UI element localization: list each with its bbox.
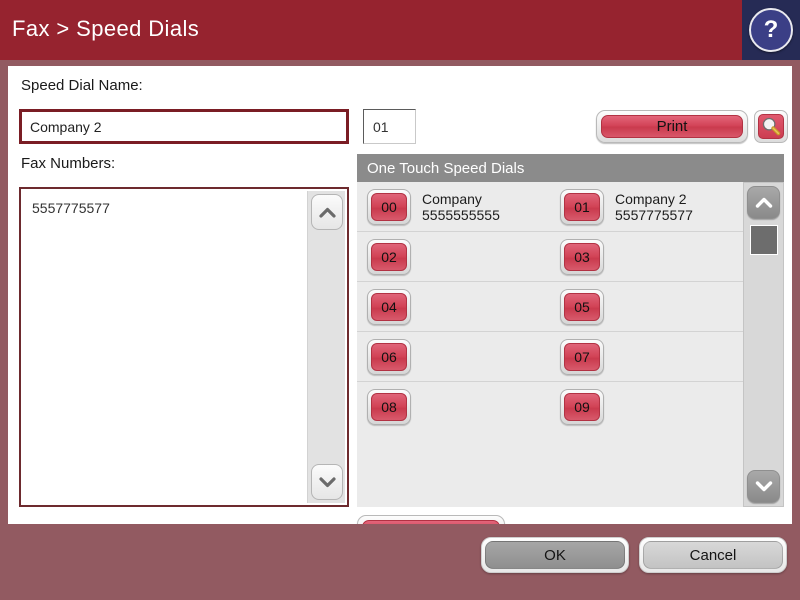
- speed-dial-number-label: 04: [371, 292, 407, 321]
- fax-numbers-list-items: 5557775577: [21, 189, 307, 505]
- footer-bar: OK Cancel: [0, 524, 800, 600]
- speed-dial-number-button[interactable]: 00: [367, 188, 411, 225]
- one-touch-entry-fax: 5557775577: [615, 206, 693, 223]
- speed-dial-number-button[interactable]: 04: [367, 288, 411, 325]
- question-mark-icon: ?: [749, 8, 793, 52]
- one-touch-row: 00 Company 5555555555 01 Company 2 5557775577: [357, 182, 743, 232]
- one-touch-entry[interactable]: 04: [357, 282, 550, 331]
- speed-dial-number-button[interactable]: 07: [560, 338, 604, 375]
- speed-dial-number-label: 01: [564, 192, 600, 221]
- one-touch-speed-dials-panel: One Touch Speed Dials 00 Company 555555555…: [357, 154, 784, 507]
- one-touch-entry-fax: 5555555555: [422, 206, 500, 223]
- one-touch-entry[interactable]: 05: [550, 282, 743, 331]
- one-touch-entry-text: Company 2 5557775577: [615, 191, 693, 223]
- one-touch-row: 06 07: [357, 332, 743, 382]
- speed-dial-number-label: 03: [564, 242, 600, 271]
- list-item[interactable]: 5557775577: [32, 198, 307, 218]
- scrollbar-thumb[interactable]: [750, 225, 778, 255]
- speed-dial-name-label: Speed Dial Name:: [21, 77, 143, 94]
- speed-dial-number-label: 06: [371, 342, 407, 371]
- ok-button[interactable]: OK: [481, 537, 629, 573]
- one-touch-entry-name: Company: [422, 190, 482, 207]
- content-panel: Speed Dial Name: Company 2 01 Print Fax …: [8, 66, 792, 548]
- one-touch-entry-name: Company 2: [615, 190, 687, 207]
- fax-numbers-label: Fax Numbers:: [21, 155, 116, 172]
- one-touch-header: One Touch Speed Dials: [357, 154, 784, 182]
- cancel-button[interactable]: Cancel: [639, 537, 787, 573]
- speed-dial-number-button[interactable]: 02: [367, 238, 411, 275]
- speed-dial-number-label: 09: [564, 393, 600, 421]
- one-touch-entry[interactable]: 03: [550, 232, 743, 281]
- speed-dial-number-label: 05: [564, 292, 600, 321]
- one-touch-entry[interactable]: 09: [550, 382, 743, 432]
- fax-speed-dials-screen: Fax > Speed Dials ? Speed Dial Name: Com…: [0, 0, 800, 600]
- speed-dial-number-label: 08: [371, 393, 407, 421]
- chevron-up-icon[interactable]: [311, 194, 343, 230]
- speed-dial-number-button[interactable]: 01: [560, 188, 604, 225]
- fax-numbers-list[interactable]: 5557775577: [19, 187, 349, 507]
- print-button-label: Print: [601, 115, 743, 138]
- one-touch-row: 04 05: [357, 282, 743, 332]
- speed-dial-number-button[interactable]: 06: [367, 338, 411, 375]
- speed-dial-number-button[interactable]: 03: [560, 238, 604, 275]
- title-bar: Fax > Speed Dials ?: [0, 0, 800, 60]
- speed-dial-number-button[interactable]: 09: [560, 389, 604, 425]
- speed-dial-number-button[interactable]: 05: [560, 288, 604, 325]
- speed-dial-name-input[interactable]: Company 2: [19, 109, 349, 144]
- one-touch-entry[interactable]: 02: [357, 232, 550, 281]
- one-touch-entry-list: 00 Company 5555555555 01 Company 2 5557775577…: [357, 182, 743, 507]
- speed-dial-number-button[interactable]: 08: [367, 389, 411, 425]
- ok-button-label: OK: [485, 541, 625, 569]
- one-touch-entry[interactable]: 08: [357, 382, 550, 432]
- one-touch-entry[interactable]: 07: [550, 332, 743, 381]
- one-touch-entry[interactable]: 00 Company 5555555555: [357, 182, 550, 231]
- chevron-up-icon[interactable]: [747, 186, 780, 219]
- one-touch-scrollbar[interactable]: [743, 182, 784, 507]
- fax-list-scrollbar[interactable]: [307, 191, 345, 503]
- chevron-down-icon[interactable]: [747, 470, 780, 503]
- one-touch-entry[interactable]: 01 Company 2 5557775577: [550, 182, 743, 231]
- magnifying-glass-icon: [758, 114, 784, 139]
- cancel-button-label: Cancel: [643, 541, 783, 569]
- one-touch-entry[interactable]: 06: [357, 332, 550, 381]
- page-title: Fax > Speed Dials: [12, 16, 200, 41]
- one-touch-row: 08 09: [357, 382, 743, 432]
- one-touch-entry-text: Company 5555555555: [422, 191, 500, 223]
- speed-dial-number-label: 07: [564, 342, 600, 371]
- speed-dial-index-field[interactable]: 01: [363, 109, 416, 144]
- search-button[interactable]: [754, 110, 788, 143]
- help-button[interactable]: ?: [742, 0, 800, 60]
- chevron-down-icon[interactable]: [311, 464, 343, 500]
- print-button[interactable]: Print: [596, 110, 748, 143]
- one-touch-row: 02 03: [357, 232, 743, 282]
- speed-dial-number-label: 00: [371, 192, 407, 221]
- speed-dial-number-label: 02: [371, 242, 407, 271]
